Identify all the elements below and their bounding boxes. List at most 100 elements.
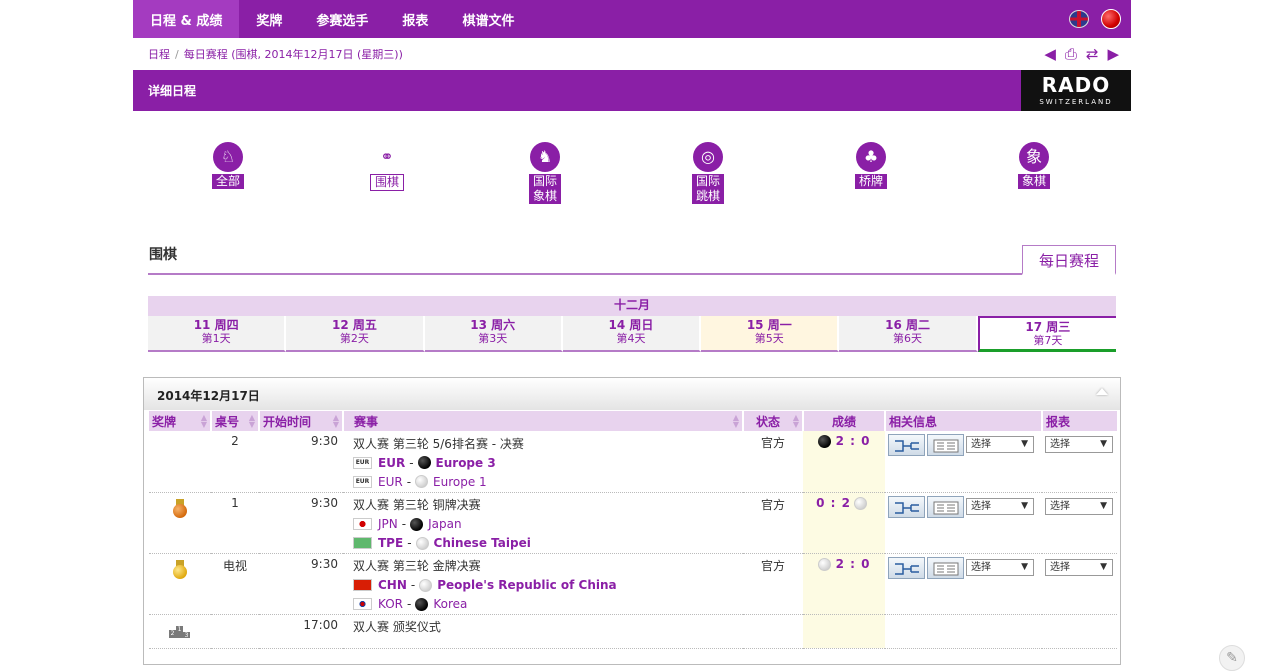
report-select[interactable]: 选择 ▼ (1045, 558, 1113, 576)
sport-go[interactable]: ⚭ 围棋 (367, 142, 407, 191)
sport-all[interactable]: ♘ 全部 (208, 142, 248, 189)
team-code[interactable]: JPN (378, 516, 398, 532)
results-list-button[interactable] (927, 556, 964, 579)
back-arrow-icon[interactable]: ◀ (1044, 45, 1056, 63)
day-tab-1[interactable]: 11 周四 第1天 (148, 316, 287, 352)
info-select[interactable]: 选择 ▼ (966, 497, 1034, 515)
white-stone-icon (415, 536, 429, 550)
table-number: 1 (211, 492, 259, 554)
team-code[interactable]: TPE (378, 535, 403, 551)
info-select[interactable]: 选择 ▼ (966, 436, 1034, 453)
team-name[interactable]: People's Republic of China (437, 577, 616, 593)
team-line: KOR - Korea (353, 595, 743, 614)
event-cell: 双人赛 第三轮 铜牌决赛 JPN - Japan TPE - Chinese Tai… (343, 492, 743, 554)
schedule-date: 2014年12月17日 (157, 389, 260, 403)
sport-bridge[interactable]: ♣ 桥牌 (851, 142, 891, 189)
day-tab-6[interactable]: 16 周二 第6天 (839, 316, 978, 352)
team-name[interactable]: Japan (428, 516, 461, 532)
nav-reports[interactable]: 报表 (385, 0, 445, 38)
score[interactable]: 2 : 0 (836, 557, 871, 571)
day-selector: 11 周四 第1天 12 周五 第2天 13 周六 第3天 14 周日 第4天 15 周… (148, 316, 1116, 352)
status: 官方 (743, 553, 803, 615)
page-wrapper: 日程 & 成绩 奖牌 参赛选手 报表 棋谱文件 日程 / 每日赛程 (围棋, 2… (133, 0, 1131, 665)
team-line: TPE - Chinese Taipei (353, 534, 743, 553)
result-cell: 2 : 0 (803, 431, 885, 493)
chinese-language-icon[interactable] (1101, 9, 1121, 29)
day-tab-5[interactable]: 15 周一 第5天 (701, 316, 840, 352)
report-select[interactable]: 选择 ▼ (1045, 436, 1113, 453)
results-list-button[interactable] (927, 495, 964, 518)
day-tab-7[interactable]: 17 周三 第7天 (977, 316, 1116, 352)
medal-cell: 213 (149, 614, 211, 649)
china-flag-icon (353, 579, 372, 591)
all-sports-icon: ♘ (213, 142, 243, 172)
title-bar: 详细日程 RADO SWITZERLAND (133, 70, 1131, 111)
team-name[interactable]: Europe 3 (436, 455, 496, 471)
medal-cell (149, 553, 211, 615)
team-code[interactable]: KOR (378, 596, 403, 612)
bracket-button[interactable] (888, 556, 925, 579)
breadcrumb-root[interactable]: 日程 (148, 46, 170, 62)
nav-game-records[interactable]: 棋谱文件 (445, 0, 531, 38)
start-time: 17:00 (259, 614, 343, 649)
month-label: 十二月 (148, 296, 1116, 316)
col-info: 相关信息 (885, 411, 1043, 431)
score[interactable]: 0 : 2 (816, 496, 851, 510)
forward-arrow-icon[interactable]: ▶ (1107, 45, 1119, 63)
breadcrumb-current: 每日赛程 (围棋, 2014年12月17日 (星期三)) (183, 48, 403, 61)
result-cell (803, 614, 885, 649)
white-stone-icon (817, 557, 831, 571)
gold-medal-icon (173, 559, 187, 580)
event-name: 双人赛 第三轮 金牌决赛 (353, 559, 481, 573)
sport-selector: ♘ 全部 ⚭ 围棋 ♞ 国际 象棋 ◎ 国际 跳棋 ♣ 桥牌 象 象棋 (133, 142, 1131, 212)
team-code[interactable]: EUR (378, 455, 405, 471)
white-stone-icon (853, 496, 867, 510)
refresh-icon[interactable]: ⇄ (1086, 45, 1099, 63)
result-cell: 0 : 2 (803, 492, 885, 554)
tab-daily-schedule[interactable]: 每日赛程 (1022, 245, 1116, 275)
dropdown-arrow-icon: ▼ (1021, 439, 1028, 449)
day-tab-2[interactable]: 12 周五 第2天 (286, 316, 425, 352)
nav-medals[interactable]: 奖牌 (239, 0, 299, 38)
page-title: 详细日程 (148, 84, 197, 98)
bracket-button[interactable] (888, 495, 925, 518)
bracket-button[interactable] (888, 434, 925, 456)
results-list-button[interactable] (927, 434, 964, 456)
score[interactable]: 2 : 0 (836, 434, 871, 448)
sponsor-logo-subtext: SWITZERLAND (1039, 98, 1113, 106)
team-code[interactable]: EUR (378, 474, 403, 490)
white-stone-icon (415, 475, 429, 488)
share-icon[interactable]: ✎ (1219, 645, 1245, 671)
event-cell: 双人赛 第三轮 5/6排名赛 - 决赛 EUR EUR - Europe 3 EU… (343, 431, 743, 493)
podium-icon: 213 (169, 625, 190, 639)
start-time: 9:30 (259, 553, 343, 615)
team-line: EUR EUR - Europe 1 (353, 472, 743, 491)
nav-schedule-results[interactable]: 日程 & 成绩 (133, 0, 240, 38)
dropdown-arrow-icon: ▼ (1100, 500, 1107, 511)
sport-chess[interactable]: ♞ 国际 象棋 (525, 142, 565, 204)
col-status[interactable]: 状态 ▲ ▼ (743, 411, 804, 431)
sponsor-logo: RADO SWITZERLAND (1021, 70, 1131, 111)
day-tab-3[interactable]: 13 周六 第3天 (424, 316, 563, 352)
medal-cell (149, 492, 211, 554)
black-stone-icon (417, 456, 431, 469)
info-select[interactable]: 选择 ▼ (966, 558, 1034, 576)
collapse-arrow-icon[interactable] (1096, 388, 1108, 395)
col-table[interactable]: 桌号 ▲ ▼ (211, 411, 260, 431)
table-row: 电视 9:30 双人赛 第三轮 金牌决赛 CHN - People's Repub… (149, 553, 1117, 615)
col-medal[interactable]: 奖牌 ▲ ▼ (149, 411, 212, 431)
day-tab-4[interactable]: 14 周日 第4天 (562, 316, 702, 352)
team-name[interactable]: Europe 1 (433, 474, 487, 490)
col-start-time[interactable]: 开始时间 ▲ ▼ (259, 411, 344, 431)
print-icon[interactable]: ⎙ (1065, 45, 1077, 63)
team-name[interactable]: Chinese Taipei (434, 535, 531, 551)
english-flag-icon[interactable] (1069, 10, 1089, 28)
sport-xiangqi[interactable]: 象 象棋 (1014, 142, 1054, 189)
team-name[interactable]: Korea (433, 596, 467, 612)
report-select[interactable]: 选择 ▼ (1045, 497, 1113, 515)
status: 官方 (743, 431, 803, 493)
col-event[interactable]: 赛事 ▲ ▼ (343, 411, 744, 431)
team-code[interactable]: CHN (378, 577, 407, 593)
nav-participants[interactable]: 参赛选手 (299, 0, 385, 38)
sport-draughts[interactable]: ◎ 国际 跳棋 (688, 142, 728, 204)
